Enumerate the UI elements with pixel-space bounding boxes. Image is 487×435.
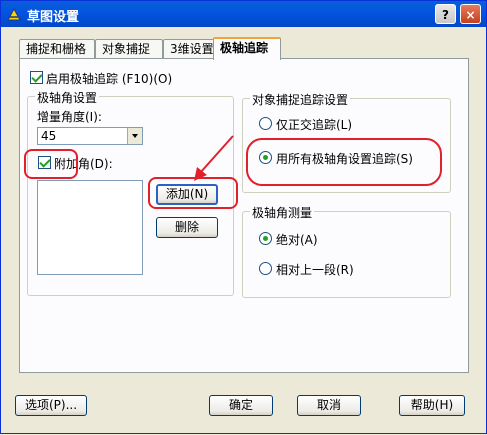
annotation-box-additional — [24, 149, 78, 179]
tab-snap-grid[interactable]: 捕捉和栅格 — [19, 39, 95, 58]
measurement-group-title: 极轴角测量 — [250, 204, 315, 221]
annotation-box-add — [148, 177, 238, 209]
app-icon — [7, 7, 21, 21]
window-title: 草图设置 — [27, 10, 80, 25]
relative-label[interactable]: 相对上一段(R) — [276, 261, 354, 278]
help-button[interactable]: 帮助(H) — [399, 395, 465, 416]
close-button[interactable]: × — [460, 4, 481, 24]
tab-3d-settings[interactable]: 3维设置 — [163, 39, 215, 58]
relative-radio[interactable] — [259, 262, 272, 275]
snap-tracking-group-title: 对象捕捉追踪设置 — [250, 91, 351, 108]
annotation-box-all-polar — [246, 138, 442, 186]
increment-angle-value: 45 — [41, 129, 57, 143]
absolute-label[interactable]: 绝对(A) — [276, 231, 318, 248]
delete-button[interactable]: 删除 — [156, 217, 218, 238]
title-bar[interactable]: 草图设置 ? × — [1, 1, 486, 27]
absolute-radio[interactable] — [259, 232, 272, 245]
ok-button[interactable]: 确定 — [209, 395, 273, 416]
chevron-down-icon[interactable] — [127, 128, 142, 144]
cancel-button[interactable]: 取消 — [297, 395, 361, 416]
help-title-button[interactable]: ? — [435, 4, 456, 24]
increment-angle-select[interactable]: 45 — [37, 127, 143, 145]
tab-polar-tracking[interactable]: 极轴追踪 — [213, 37, 281, 60]
dialog-window: 草图设置 ? × 捕捉和栅格 对象捕捉 3维设置 极轴追踪 启用极轴追踪 (F1… — [0, 0, 487, 434]
increment-angle-label: 增量角度(I): — [37, 110, 102, 124]
enable-polar-label[interactable]: 启用极轴追踪 (F10)(O) — [46, 70, 172, 87]
additional-angle-list[interactable] — [37, 180, 143, 275]
polar-angle-group-title: 极轴角设置 — [35, 89, 100, 106]
tab-object-snap[interactable]: 对象捕捉 — [95, 39, 163, 58]
orthogonal-only-radio[interactable] — [259, 117, 272, 130]
orthogonal-only-label[interactable]: 仅正交追踪(L) — [276, 116, 352, 133]
enable-polar-checkbox[interactable] — [30, 71, 43, 84]
options-button[interactable]: 选项(P)... — [15, 395, 87, 416]
measurement-group — [242, 211, 451, 298]
